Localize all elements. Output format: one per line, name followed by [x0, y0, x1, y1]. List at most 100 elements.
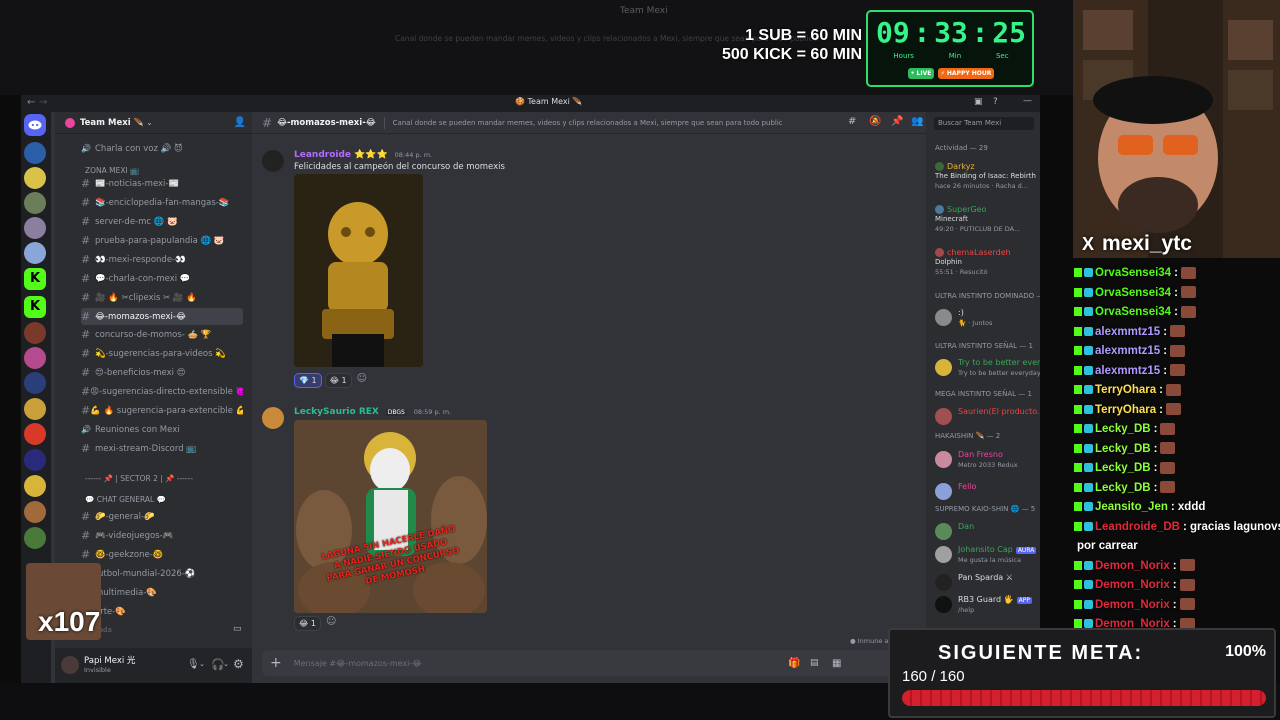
plus-icon[interactable]: + [270, 655, 282, 671]
add-member-icon[interactable]: 👤 [234, 117, 246, 128]
channel-item[interactable]: # 💬-charla-con-mexi 💬 [81, 270, 243, 287]
server-icon-mexi[interactable] [24, 142, 46, 164]
server-icon[interactable] [24, 167, 46, 189]
member-item[interactable]: Darkyz The Binding of Isaac: Rebirth hace … [935, 162, 1040, 190]
channel-item[interactable]: # 📰-noticias-mexi-📰 [81, 175, 243, 192]
chat-username[interactable]: TerryOhara [1095, 404, 1156, 416]
chat-username[interactable]: alexmmtz15 [1095, 345, 1160, 357]
reaction-laugh[interactable]: 😂 1 [324, 373, 352, 388]
member-item[interactable]: Dan Fresno Metro 2033 Redux [935, 449, 1040, 471]
chat-username[interactable]: Demon_Norix [1095, 579, 1170, 591]
sticker-icon[interactable]: ▦ [832, 658, 841, 669]
gif-icon[interactable]: ▤ [810, 658, 819, 668]
member-item[interactable]: RB3 Guard 🖐 APP/help [935, 594, 1040, 616]
message-author[interactable]: Leandroide ⭐⭐⭐ [294, 150, 388, 160]
chat-username[interactable]: Leandroide_DB [1095, 521, 1180, 533]
minimize-icon[interactable]: — [1023, 96, 1032, 106]
message-image-trophy[interactable] [294, 174, 423, 367]
discord-home-icon[interactable] [24, 114, 46, 136]
server-icon[interactable] [24, 372, 46, 394]
chat-username[interactable]: Jeansito_Jen [1095, 501, 1168, 513]
channel-item[interactable]: #arte-🎨 [81, 603, 243, 620]
member-item[interactable]: :) 🐈 · Juntos [935, 307, 1040, 329]
chevron-down-icon[interactable]: ⌄ [223, 660, 229, 668]
chevron-down-icon[interactable]: ⌄ [199, 660, 205, 668]
channel-item[interactable]: # 😡-sugerencias-directo-extensible 👿 [81, 383, 243, 400]
server-icon[interactable] [24, 217, 46, 239]
channel-item[interactable]: #multimedia-🎨 [81, 584, 243, 601]
member-item[interactable]: chemaLaserdeh Dolphin 55:51 · Resucitó [935, 248, 1040, 276]
chat-username[interactable]: Demon_Norix [1095, 560, 1170, 572]
channel-item[interactable]: # server-de-mc 🌐 🐷 [81, 213, 243, 230]
server-header[interactable]: Team Mexi 🪶 ⌄ 👤 [55, 112, 252, 134]
server-icon[interactable] [24, 398, 46, 420]
member-item[interactable]: SuperGeo Minecraft 49:20 · PUTICLUB DE DA.… [935, 205, 1040, 233]
chat-username[interactable]: alexmmtz15 [1095, 365, 1160, 377]
server-icon[interactable] [24, 423, 46, 445]
gift-icon[interactable]: 🎁 [788, 658, 800, 669]
message-author[interactable]: LeckySaurio REX [294, 407, 379, 417]
chat-username[interactable]: Lecky_DB [1095, 443, 1151, 455]
channel-item[interactable]: # 🎮-videojuegos-🎮 [81, 527, 243, 544]
chat-username[interactable]: OrvaSensei34 [1095, 287, 1171, 299]
member-item[interactable]: Try to be better everyday. Try to be bett… [935, 357, 1040, 379]
pin-icon[interactable]: 📌 [891, 116, 903, 127]
member-item[interactable]: Saurien(El producto... [935, 406, 1040, 428]
member-item[interactable]: Pan Sparda ⚔ [935, 572, 1040, 594]
server-icon[interactable] [24, 322, 46, 344]
avatar[interactable] [262, 150, 284, 172]
member-item[interactable]: Johansito Cap AURA Me gusta la música [935, 544, 1040, 566]
message-image-meme[interactable]: LAGUNA SIN HACERLE DAÑO A NADIE SIENDO U… [294, 420, 487, 613]
chat-username[interactable]: Demon_Norix [1095, 599, 1170, 611]
microphone-icon[interactable]: 🎙 [187, 659, 200, 670]
add-reaction-icon[interactable]: ☺ [326, 616, 336, 631]
chat-username[interactable]: OrvaSensei34 [1095, 306, 1171, 318]
channel-item[interactable]: # prueba-para-papulandia 🌐 🐷 [81, 232, 243, 249]
avatar[interactable] [61, 656, 79, 674]
add-reaction-icon[interactable]: ☺ [357, 373, 367, 388]
forward-icon[interactable]: → [39, 97, 47, 108]
back-icon[interactable]: ← [27, 97, 35, 108]
threads-icon[interactable]: # [848, 116, 856, 127]
server-icon[interactable] [24, 242, 46, 264]
channel-item[interactable]: # 🤓-geekzone-🤓 [81, 546, 243, 563]
server-icon[interactable] [24, 449, 46, 471]
channel-item[interactable]: #futbol-mundial-2026-⚽ [81, 565, 243, 582]
search-input[interactable]: Buscar Team Mexi [934, 117, 1034, 130]
channel-item[interactable]: # 🎥 🔥 ✂clipexis ✂ 🎥 🔥 [81, 289, 243, 306]
screen-share-icon[interactable]: ▭ [233, 624, 242, 634]
member-item[interactable]: Fello [935, 481, 1040, 503]
channel-item[interactable]: # 📚-enciclopedia-fan-mangas-📚 [81, 194, 243, 211]
bell-muted-icon[interactable]: 🔕 [869, 116, 881, 127]
chat-username[interactable]: Lecky_DB [1095, 423, 1151, 435]
channel-item[interactable]: # 😂-momazos-mexi-😂 [81, 308, 243, 325]
chat-username[interactable]: Lecky_DB [1095, 482, 1151, 494]
reaction-gem[interactable]: 💎 1 [294, 373, 322, 388]
channel-item[interactable]: # concurso-de-momos- 🥧 🏆 [81, 326, 243, 343]
server-icon[interactable] [24, 475, 46, 497]
channel-category[interactable]: ------ 📌 | SECTOR 2 | 📌 ------ [85, 474, 193, 483]
chat-username[interactable]: alexmmtz15 [1095, 326, 1160, 338]
channel-item[interactable]: # mexi-stream-Discord 📺 [81, 440, 243, 457]
channel-item[interactable]: 🔊 Charla con voz 🔊 😈 [81, 140, 243, 157]
chat-username[interactable]: TerryOhara [1095, 384, 1156, 396]
server-icon[interactable] [24, 347, 46, 369]
server-icon[interactable] [24, 192, 46, 214]
avatar[interactable] [262, 407, 284, 429]
message-input[interactable]: Mensaje #😂-momazos-mexi-😂 [294, 659, 422, 668]
member-list-icon[interactable]: 👥 [911, 116, 923, 127]
help-icon[interactable]: ? [993, 97, 998, 107]
server-icon[interactable] [24, 527, 46, 549]
channel-category[interactable]: ZONA MEXI 📺 [85, 166, 139, 175]
channel-category[interactable]: 💬 CHAT GENERAL 💬 [85, 495, 166, 504]
channel-item[interactable]: # 😍-beneficios-mexi 😍 [81, 364, 243, 381]
channel-item[interactable]: # 💪 🔥 sugerencia-para-extencible 💪 🔥 [81, 402, 243, 419]
chat-username[interactable]: OrvaSensei34 [1095, 267, 1171, 279]
channel-item[interactable]: # 👀-mexi-responde-👀 [81, 251, 243, 268]
inbox-icon[interactable]: ▣ [974, 97, 983, 107]
kick-server-icon[interactable]: K [24, 268, 46, 290]
channel-item[interactable]: # 💫-sugerencias-para-videos 💫 [81, 345, 243, 362]
server-icon[interactable] [24, 501, 46, 523]
gear-icon[interactable]: ⚙ [233, 657, 244, 671]
channel-item[interactable]: 🔊 Reuniones con Mexi [81, 421, 243, 438]
